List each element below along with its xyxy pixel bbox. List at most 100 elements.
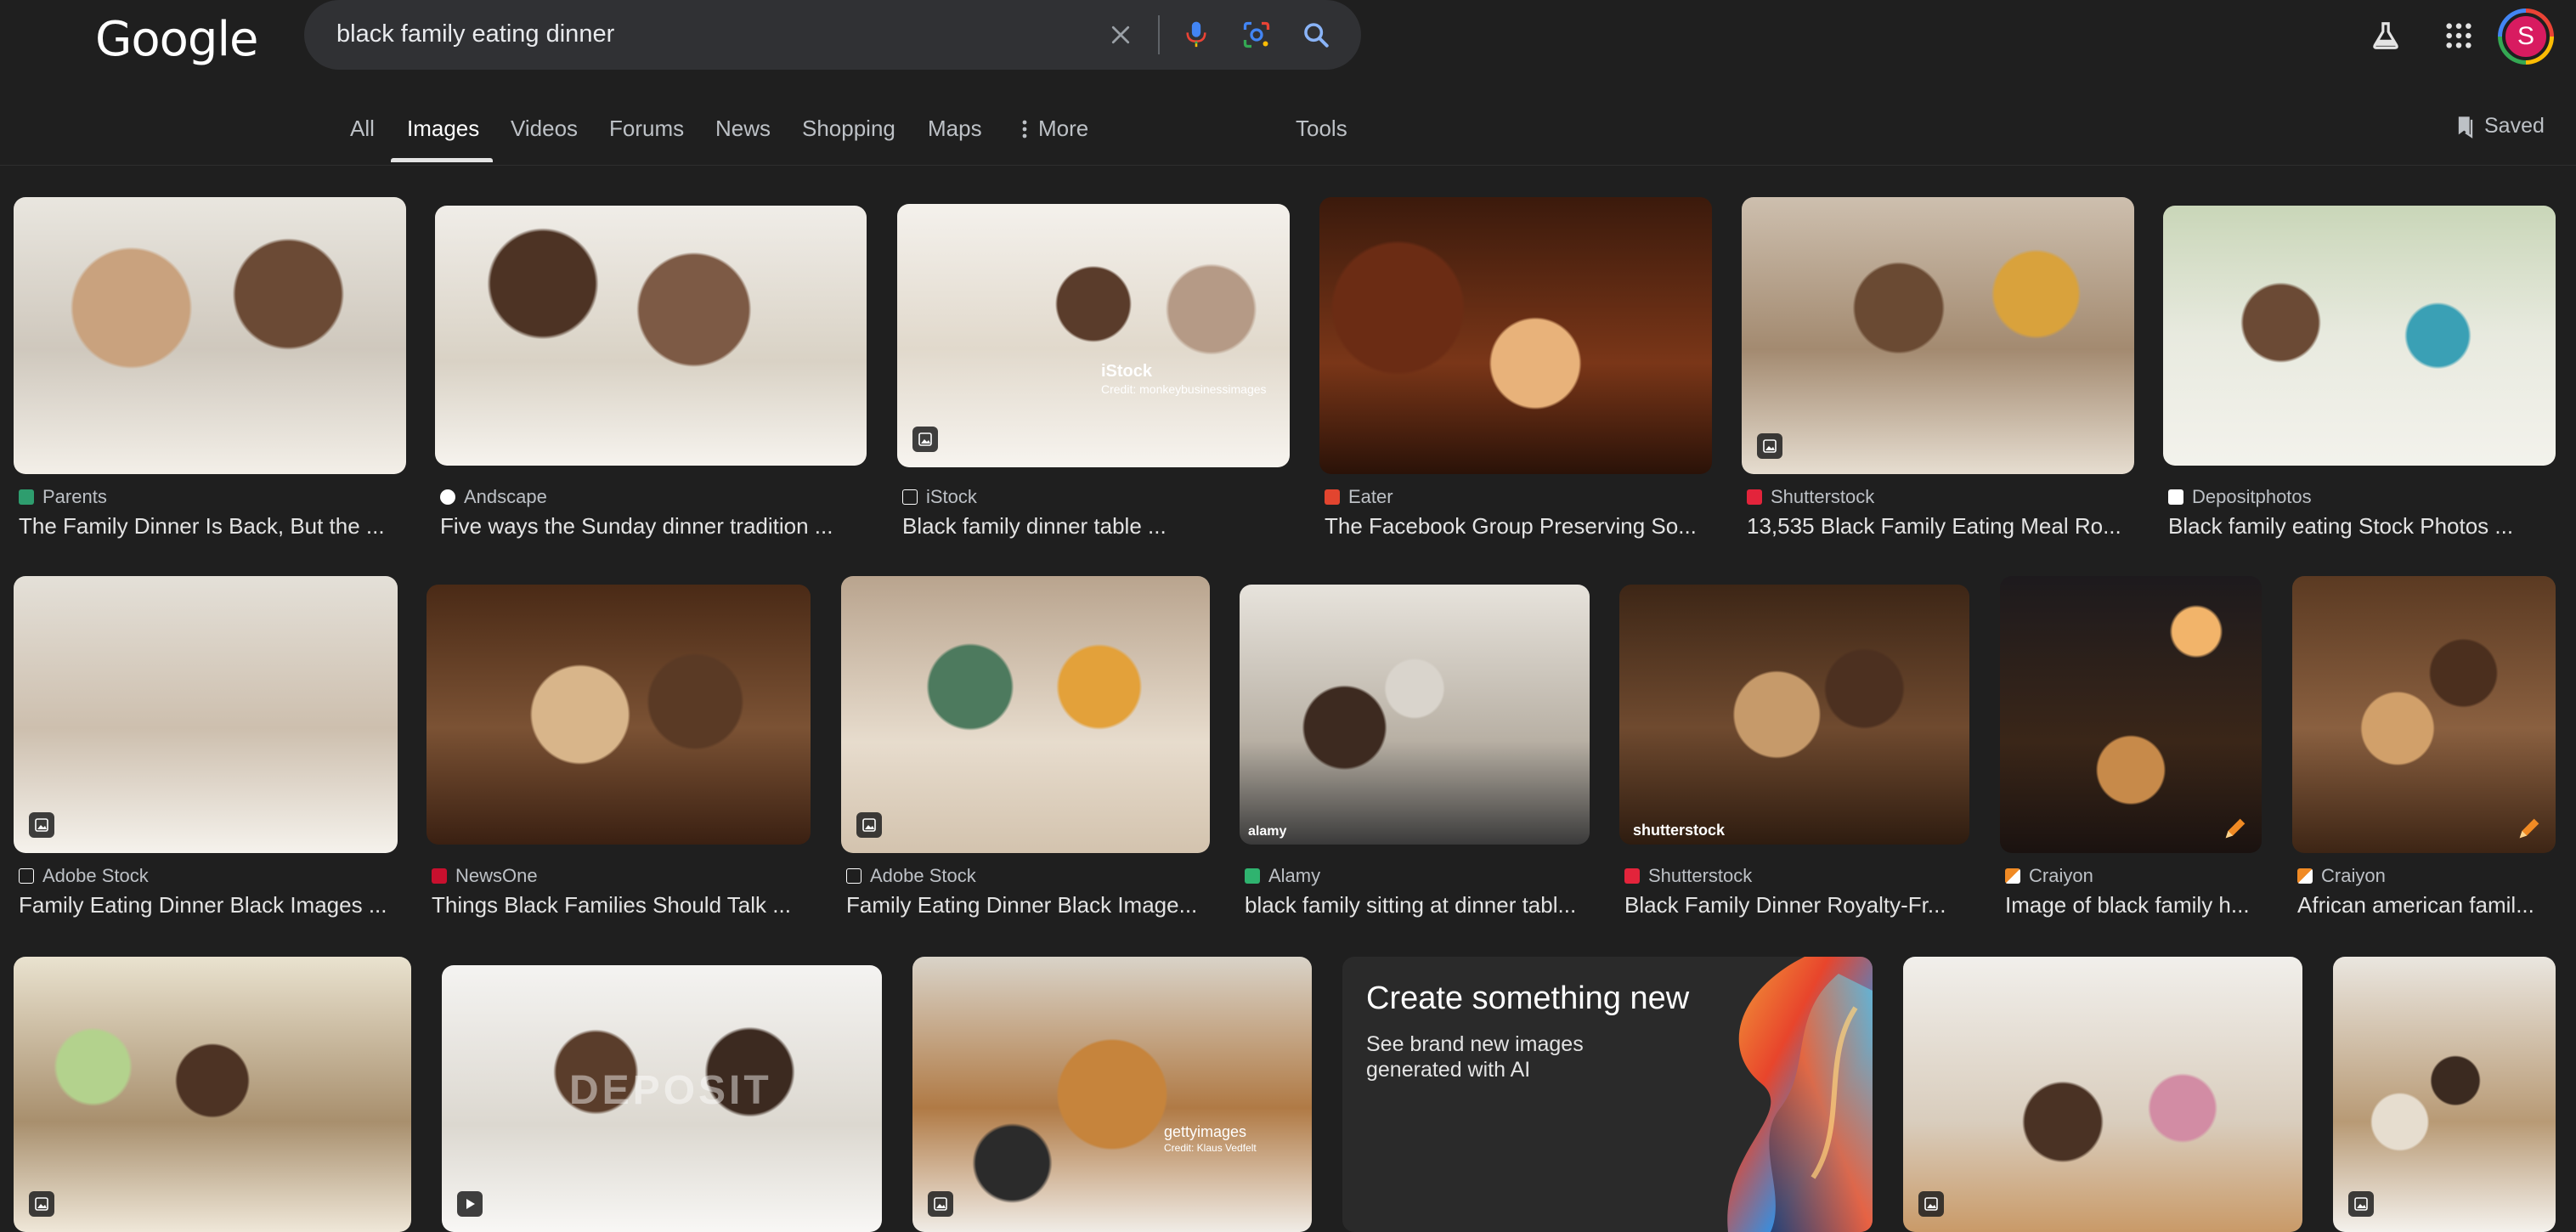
shutterstock-favicon-icon — [1747, 489, 1762, 505]
result-thumbnail[interactable]: gettyimages Credit: Klaus Vedfelt — [912, 957, 1312, 1232]
result-thumbnail[interactable] — [14, 576, 398, 853]
image-result[interactable]: NewsOne Things Black Families Should Tal… — [427, 576, 811, 924]
image-result[interactable]: gettyimages Credit: Klaus Vedfelt — [912, 957, 1312, 1232]
result-source[interactable]: iStock — [902, 486, 977, 508]
result-title[interactable]: 13,535 Black Family Eating Meal Ro... — [1747, 513, 2134, 540]
image-result[interactable]: Craiyon Image of black family h... — [2000, 576, 2262, 924]
video-badge-icon — [457, 1191, 483, 1217]
result-thumbnail[interactable] — [435, 206, 867, 466]
avatar-letter: S — [2502, 13, 2550, 60]
result-source[interactable]: Alamy — [1245, 865, 1320, 887]
image-result[interactable]: iStock Credit: monkeybusinessimages iSto… — [897, 197, 1290, 545]
image-result[interactable]: Adobe Stock Family Eating Dinner Black I… — [14, 576, 398, 924]
result-title[interactable]: Things Black Families Should Talk ... — [432, 892, 811, 918]
image-result[interactable]: Adobe Stock Family Eating Dinner Black I… — [841, 576, 1210, 924]
result-title[interactable]: Black Family Dinner Royalty-Fr... — [1624, 892, 1969, 918]
result-title[interactable]: Black family eating Stock Photos ... — [2168, 513, 2556, 540]
tab-videos[interactable]: Videos — [511, 116, 578, 142]
image-badge-icon — [856, 812, 882, 838]
image-result[interactable] — [2333, 957, 2556, 1232]
image-result[interactable]: Eater The Facebook Group Preserving So..… — [1319, 197, 1712, 545]
image-result[interactable]: Andscape Five ways the Sunday dinner tra… — [435, 197, 867, 545]
google-logo[interactable]: Google — [95, 12, 258, 67]
tab-images[interactable]: Images — [407, 116, 479, 142]
ai-generated-icon — [2519, 818, 2539, 839]
search-input[interactable]: black family eating dinner — [336, 20, 614, 48]
result-title[interactable]: black family sitting at dinner tabl... — [1245, 892, 1590, 918]
image-result[interactable]: Craiyon African american famil... — [2292, 576, 2556, 924]
istock-favicon-icon — [902, 489, 918, 505]
depositphotos-favicon-icon — [2168, 489, 2183, 505]
search-divider — [1158, 15, 1160, 54]
result-thumbnail[interactable] — [427, 585, 811, 845]
image-result[interactable]: Shutterstock 13,535 Black Family Eating … — [1742, 197, 2134, 545]
account-avatar[interactable]: S — [2498, 8, 2554, 65]
tabs-divider — [0, 165, 2576, 166]
result-title[interactable]: Family Eating Dinner Black Images ... — [19, 892, 398, 918]
tab-maps[interactable]: Maps — [928, 116, 982, 142]
result-title[interactable]: Image of black family h... — [2005, 892, 2262, 918]
image-result[interactable]: Depositphotos Black family eating Stock … — [2163, 197, 2556, 545]
result-source[interactable]: Adobe Stock — [846, 865, 976, 887]
image-result[interactable]: Parents The Family Dinner Is Back, But t… — [14, 197, 406, 545]
result-thumbnail[interactable] — [14, 957, 411, 1232]
result-title[interactable]: Five ways the Sunday dinner tradition ..… — [440, 513, 865, 540]
result-source[interactable]: Andscape — [440, 486, 547, 508]
tab-shopping[interactable]: Shopping — [802, 116, 895, 142]
result-thumbnail[interactable] — [1319, 197, 1712, 474]
result-source[interactable]: Eater — [1325, 486, 1393, 508]
result-thumbnail[interactable]: iStock Credit: monkeybusinessimages — [897, 204, 1290, 467]
result-thumbnail[interactable] — [2000, 576, 2262, 853]
clear-icon[interactable] — [1101, 15, 1140, 54]
apps-grid-icon[interactable] — [2438, 15, 2479, 56]
image-result[interactable]: alamy Alamy black family sitting at dinn… — [1240, 576, 1590, 924]
result-title[interactable]: The Family Dinner Is Back, But the ... — [19, 513, 406, 540]
image-badge-icon — [2348, 1191, 2374, 1217]
result-source[interactable]: Craiyon — [2005, 865, 2093, 887]
microphone-icon[interactable] — [1177, 15, 1216, 54]
result-source[interactable]: Adobe Stock — [19, 865, 149, 887]
tools-button[interactable]: Tools — [1296, 116, 1347, 142]
tab-all[interactable]: All — [350, 116, 375, 142]
istock-credit: Credit: monkeybusinessimages — [1101, 382, 1267, 396]
create-subtitle: See brand new images generated with AI — [1366, 1032, 1584, 1082]
result-source[interactable]: Depositphotos — [2168, 486, 2312, 508]
result-thumbnail[interactable] — [2292, 576, 2556, 853]
result-thumbnail[interactable] — [1742, 197, 2134, 474]
result-source[interactable]: Shutterstock — [1624, 865, 1752, 887]
result-thumbnail[interactable] — [841, 576, 1210, 853]
saved-button[interactable]: Saved — [2455, 114, 2545, 138]
result-source[interactable]: NewsOne — [432, 865, 538, 887]
result-thumbnail[interactable] — [14, 197, 406, 474]
create-something-new-card[interactable]: Create something new See brand new image… — [1342, 957, 1873, 1232]
tab-forums[interactable]: Forums — [609, 116, 684, 142]
labs-icon[interactable] — [2365, 15, 2406, 56]
getty-credit: Credit: Klaus Vedfelt — [1164, 1142, 1257, 1154]
result-thumbnail[interactable] — [2163, 206, 2556, 466]
result-title[interactable]: African american famil... — [2297, 892, 2556, 918]
result-thumbnail[interactable] — [1903, 957, 2302, 1232]
search-icon[interactable] — [1296, 15, 1336, 54]
result-source[interactable]: Shutterstock — [1747, 486, 1874, 508]
result-thumbnail[interactable] — [2333, 957, 2556, 1232]
result-source[interactable]: Craiyon — [2297, 865, 2386, 887]
result-title[interactable]: The Facebook Group Preserving So... — [1325, 513, 1712, 540]
search-bar[interactable]: black family eating dinner — [304, 0, 1361, 70]
parents-favicon-icon — [19, 489, 34, 505]
result-thumbnail[interactable]: alamy — [1240, 585, 1590, 845]
result-thumbnail[interactable]: shutterstock — [1619, 585, 1969, 845]
google-lens-icon[interactable] — [1237, 15, 1276, 54]
shutterstock-watermark: shutterstock — [1633, 822, 1726, 839]
result-title[interactable]: Black family dinner table ... — [902, 513, 1290, 540]
image-result[interactable]: DEPOSIT — [442, 957, 882, 1232]
tab-more[interactable]: More — [1021, 116, 1088, 142]
image-result[interactable] — [14, 957, 411, 1232]
alamy-favicon-icon — [1245, 868, 1260, 884]
result-thumbnail[interactable]: DEPOSIT — [442, 965, 882, 1232]
result-title[interactable]: Family Eating Dinner Black Image... — [846, 892, 1210, 918]
tab-news[interactable]: News — [715, 116, 771, 142]
result-source[interactable]: Parents — [19, 486, 107, 508]
image-badge-icon — [1918, 1191, 1944, 1217]
image-result[interactable] — [1903, 957, 2302, 1232]
image-result[interactable]: shutterstock Shutterstock Black Family D… — [1619, 576, 1969, 924]
